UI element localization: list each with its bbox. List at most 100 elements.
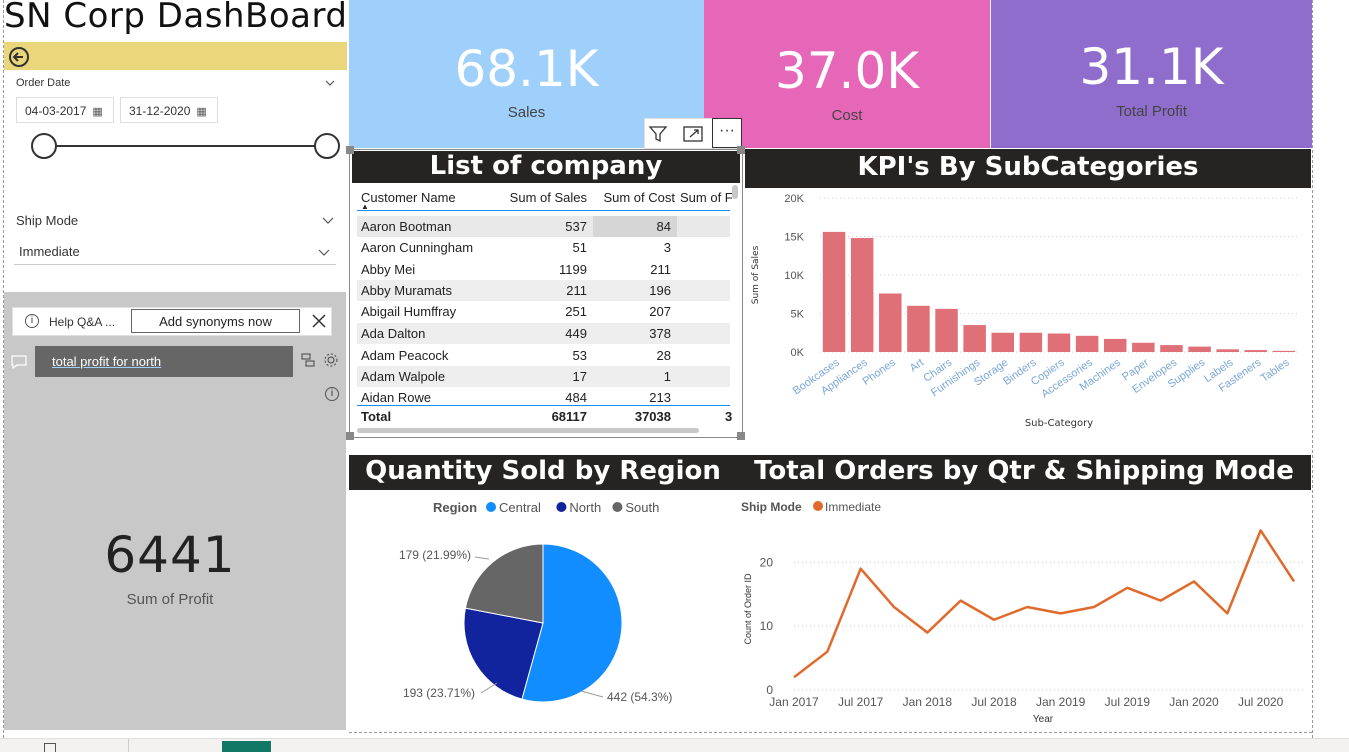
back-arrow-icon[interactable] bbox=[8, 46, 30, 68]
vertical-scrollbar[interactable] bbox=[732, 185, 738, 199]
data-label: 179 (21.99%) bbox=[399, 548, 471, 562]
y-tick-label: 20 bbox=[760, 555, 774, 569]
bar bbox=[1272, 350, 1296, 352]
end-date-field[interactable]: 31-12-2020 ▦ bbox=[120, 97, 218, 123]
table-row[interactable]: Aaron Cunningham 51 3 bbox=[357, 237, 730, 258]
table-row[interactable]: Abigail Humffray 251 207 bbox=[357, 301, 730, 322]
column-header[interactable]: Sum of F bbox=[680, 190, 735, 205]
cell-cost: 3 bbox=[663, 240, 671, 255]
qa-query-input[interactable]: total profit for north bbox=[35, 346, 293, 377]
cell-sales: 484 bbox=[565, 390, 587, 405]
orders-chart-title: Total Orders by Qtr & Shipping Mode bbox=[737, 455, 1311, 490]
bar bbox=[963, 325, 986, 352]
date-slider-end-handle[interactable] bbox=[314, 133, 340, 159]
x-tick-label: Tables bbox=[1259, 356, 1292, 384]
table-row[interactable]: Aaron Bootman 537 84 bbox=[357, 216, 730, 237]
cell-sales: 449 bbox=[565, 326, 587, 341]
leader-line bbox=[474, 556, 490, 560]
info-icon[interactable]: i bbox=[25, 314, 39, 328]
subcategory-bar-chart: 0K5K10K15K20KBookcasesAppliancesPhones Ar… bbox=[751, 193, 1298, 429]
cell-cost: 207 bbox=[649, 304, 671, 319]
y-tick-label: 5K bbox=[791, 309, 805, 321]
table-row[interactable]: Adam Walpole 17 1 bbox=[357, 366, 730, 387]
column-header[interactable]: Sum of Sales bbox=[487, 190, 587, 205]
cell-cost: 211 bbox=[650, 262, 671, 277]
resize-handle[interactable] bbox=[737, 432, 745, 440]
legend-label: North bbox=[569, 500, 601, 515]
table-row[interactable]: Adam Peacock 53 28 bbox=[357, 345, 730, 366]
add-synonyms-button[interactable]: Add synonyms now bbox=[131, 309, 300, 333]
table-row[interactable]: Ada Dalton 449 378 bbox=[357, 323, 730, 344]
focus-mode-icon[interactable] bbox=[682, 124, 704, 144]
order-date-label: Order Date bbox=[16, 77, 71, 89]
x-tick-label: Jan 2019 bbox=[1036, 695, 1086, 709]
sort-ascending-icon[interactable]: ▲ bbox=[361, 202, 369, 211]
chevron-down-icon[interactable] bbox=[324, 77, 336, 89]
column-header[interactable]: Sum of Cost bbox=[595, 190, 675, 205]
cell-cost: 196 bbox=[649, 283, 671, 298]
close-icon[interactable] bbox=[312, 314, 326, 328]
horizontal-scrollbar[interactable] bbox=[357, 428, 699, 433]
cell-customer-name: Abby Muramats bbox=[361, 283, 453, 298]
bar bbox=[907, 305, 930, 352]
cell-customer-name: Abby Mei bbox=[361, 262, 416, 277]
qa-query-text: total profit for north bbox=[52, 354, 162, 369]
resize-handle[interactable] bbox=[737, 146, 745, 154]
cell-cost: 84 bbox=[656, 219, 671, 234]
series-line bbox=[793, 529, 1296, 679]
cost-card: 37.0K Cost bbox=[704, 0, 990, 148]
resize-handle[interactable] bbox=[346, 146, 354, 154]
related-visual-icon[interactable] bbox=[301, 353, 315, 367]
table-row[interactable]: Abby Muramats 211 196 bbox=[357, 280, 730, 301]
start-date-field[interactable]: 04-03-2017 ▦ bbox=[16, 97, 114, 123]
y-tick-label: 10K bbox=[784, 270, 804, 282]
legend-marker bbox=[612, 502, 623, 512]
more-options-icon[interactable]: ··· bbox=[712, 118, 742, 148]
profit-value: 31.1K bbox=[1079, 38, 1224, 96]
start-date-value: 04-03-2017 bbox=[25, 104, 87, 118]
table-row[interactable]: Aidan Rowe 484 213 bbox=[357, 387, 730, 405]
page-tab-icon[interactable] bbox=[44, 743, 56, 752]
cell-customer-name: Abigail Humffray bbox=[361, 304, 457, 319]
calendar-icon[interactable]: ▦ bbox=[196, 106, 206, 118]
bar bbox=[879, 293, 902, 352]
bar bbox=[1216, 349, 1239, 352]
y-tick-label: 10 bbox=[760, 619, 774, 633]
legend-marker bbox=[813, 501, 823, 511]
page-title: SN Corp DashBoard bbox=[4, 0, 348, 36]
dashboard-root: SN Corp DashBoard Order Date 04-03-2017 ▦… bbox=[0, 0, 1349, 752]
date-slider-track[interactable] bbox=[44, 145, 327, 147]
filter-icon[interactable] bbox=[648, 124, 668, 144]
leader-line bbox=[480, 682, 498, 694]
ship-mode-dropdown[interactable]: Immediate bbox=[14, 239, 336, 265]
chevron-down-icon[interactable] bbox=[322, 214, 334, 226]
qa-help-label[interactable]: Help Q&A ... bbox=[49, 315, 115, 329]
x-tick-label: Jul 2017 bbox=[838, 695, 884, 709]
chevron-down-icon[interactable] bbox=[318, 246, 330, 258]
info-icon[interactable]: i bbox=[325, 387, 339, 401]
page-tab-active[interactable] bbox=[222, 741, 271, 752]
cell-sales: 251 bbox=[565, 304, 587, 319]
gear-icon[interactable] bbox=[323, 352, 339, 368]
canvas-border-bottom bbox=[349, 732, 1312, 733]
qa-result-value: 6441 bbox=[104, 526, 236, 584]
cell-cost: 213 bbox=[649, 390, 671, 405]
tab-divider bbox=[128, 739, 129, 752]
cell-cost: 378 bbox=[649, 326, 671, 341]
calendar-icon[interactable]: ▦ bbox=[92, 106, 102, 118]
subcategory-chart-title: KPI's By SubCategories bbox=[745, 149, 1311, 188]
x-tick-label: Jan 2017 bbox=[769, 695, 819, 709]
column-header[interactable]: Customer Name bbox=[361, 190, 456, 205]
table-row[interactable]: Abby Mei 1199 211 bbox=[357, 259, 730, 280]
table-header-row: Customer Name ▲ Sum of Sales Sum of Cost… bbox=[357, 183, 733, 211]
date-slider-start-handle[interactable] bbox=[31, 133, 57, 159]
y-tick-label: 15K bbox=[784, 232, 804, 244]
legend-title: Region bbox=[433, 500, 477, 515]
x-tick-label: Jan 2020 bbox=[1169, 695, 1219, 709]
legend-title: Ship Mode bbox=[741, 500, 802, 514]
bar bbox=[1019, 332, 1043, 352]
resize-handle[interactable] bbox=[346, 432, 354, 440]
total-cost: 37038 bbox=[634, 409, 671, 424]
y-tick-label: 20K bbox=[784, 193, 804, 205]
cell-customer-name: Adam Peacock bbox=[361, 348, 449, 363]
